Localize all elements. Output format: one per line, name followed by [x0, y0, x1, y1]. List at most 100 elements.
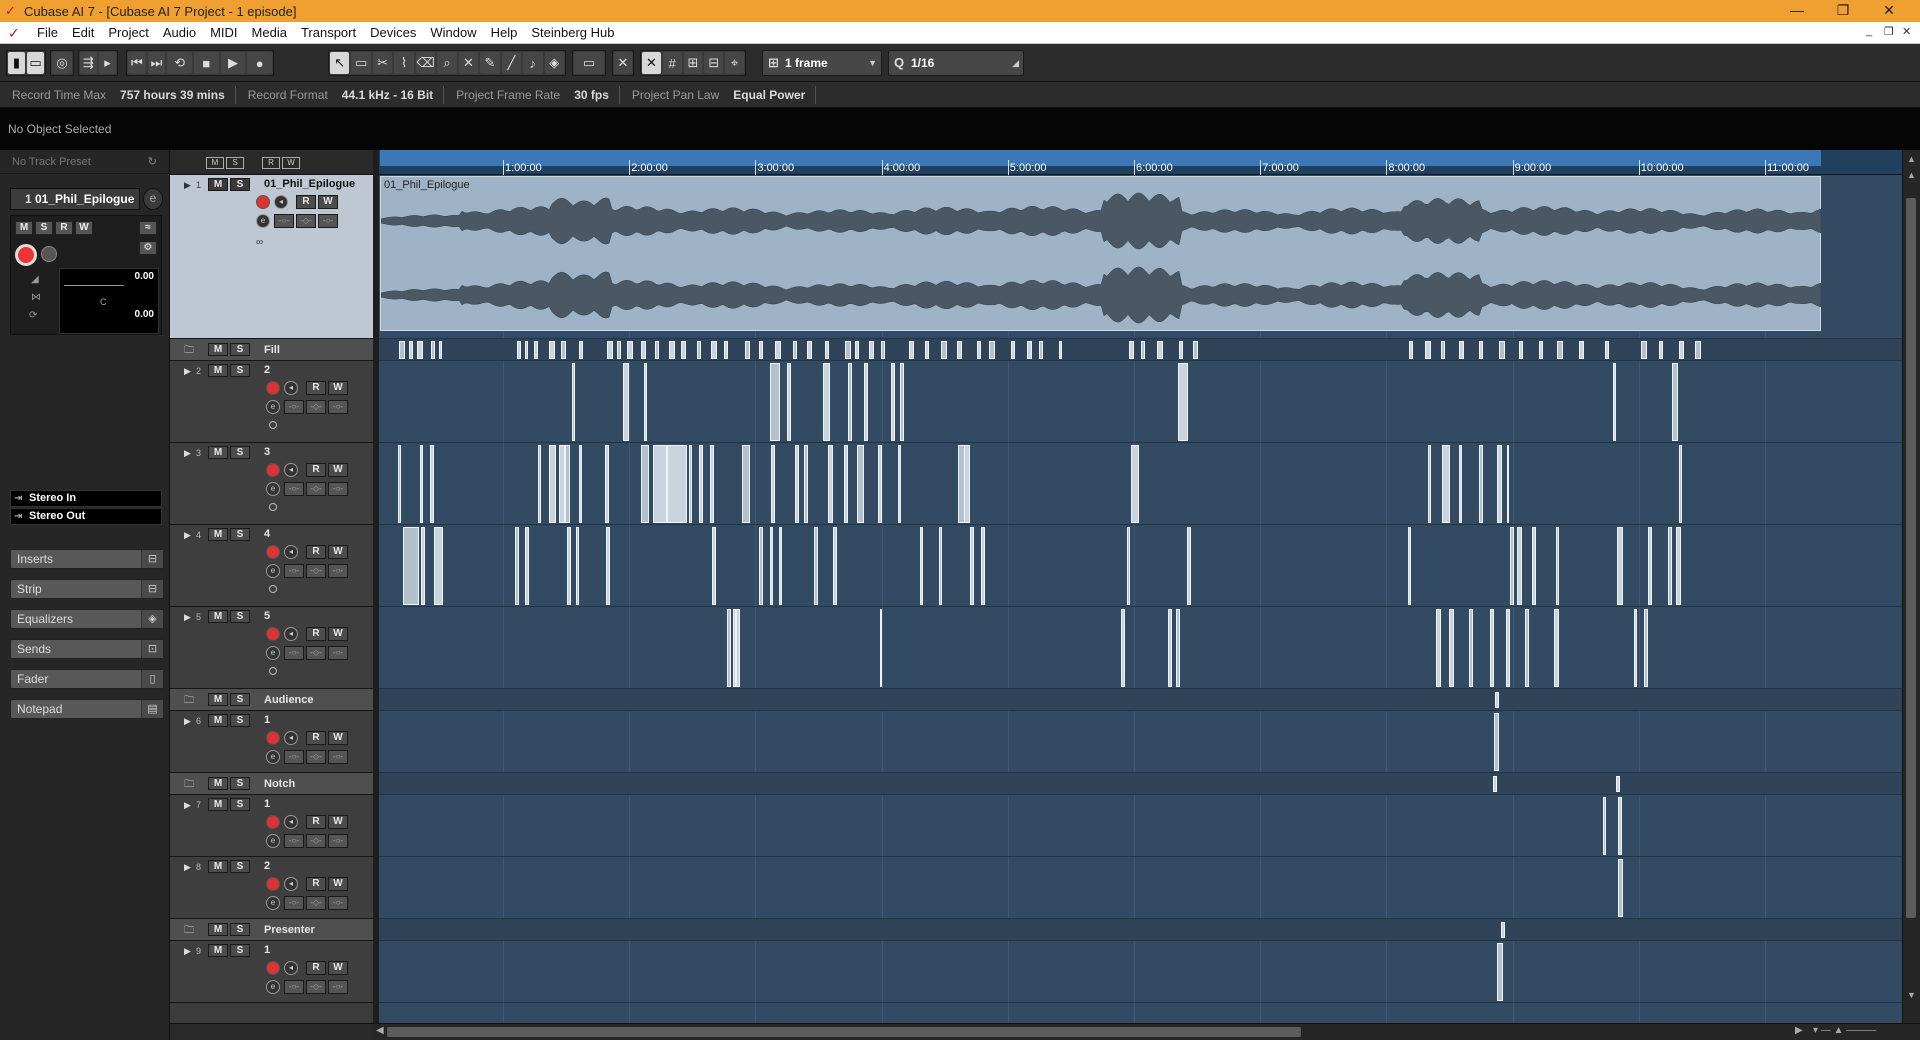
audio-event[interactable] — [807, 341, 812, 359]
solo-button[interactable]: S — [230, 610, 250, 623]
audio-event[interactable] — [667, 445, 687, 523]
audio-event[interactable] — [977, 341, 981, 359]
constrain-delay-button[interactable]: ◎ — [52, 52, 72, 74]
audio-event[interactable] — [1179, 341, 1183, 359]
audio-event[interactable] — [1668, 527, 1672, 605]
read-automation-button[interactable]: R — [306, 545, 326, 559]
inspector-solo-button[interactable]: S — [35, 221, 53, 235]
audio-event[interactable] — [1490, 609, 1494, 687]
output-routing[interactable]: Stereo Out — [10, 508, 162, 525]
lane-icon[interactable]: -○- — [284, 400, 304, 414]
mute-tool-icon[interactable]: ✕ — [458, 52, 479, 74]
expand-icon[interactable]: ▶ — [184, 530, 191, 541]
lane-icon[interactable]: -○- — [284, 646, 304, 660]
audio-event[interactable] — [421, 527, 425, 605]
audio-event[interactable] — [1168, 609, 1172, 687]
frame-rate-label[interactable]: Project Frame Rate — [456, 88, 560, 102]
split-tool-icon[interactable]: ✂ — [372, 52, 393, 74]
link-icon[interactable]: ∞ — [256, 237, 263, 248]
audio-event[interactable] — [742, 445, 750, 523]
locator-range[interactable] — [380, 150, 1821, 166]
audio-event[interactable] — [981, 527, 985, 605]
record-enable-icon[interactable] — [266, 381, 280, 395]
freeze-icon[interactable]: -○- — [318, 214, 338, 228]
audio-event[interactable] — [607, 341, 613, 359]
freeze-icon[interactable]: -○- — [328, 646, 348, 660]
audio-event[interactable] — [1556, 527, 1559, 605]
lane-icon[interactable]: -○- — [284, 482, 304, 496]
scroll-down-icon[interactable]: ▼ — [1907, 990, 1916, 1000]
autoscroll-icon[interactable]: ✕ — [614, 52, 632, 74]
read-automation-button[interactable]: R — [306, 877, 326, 891]
inspector-section-sends[interactable]: Sends ⊡ — [10, 639, 164, 659]
inspector-monitor-icon[interactable] — [41, 246, 57, 262]
audio-event[interactable] — [434, 527, 443, 605]
mute-button[interactable]: M — [208, 364, 228, 377]
freeze-icon[interactable]: -○- — [328, 896, 348, 910]
edit-channel-icon[interactable]: e — [266, 564, 280, 578]
freeze-icon[interactable]: -○- — [328, 564, 348, 578]
edit-channel-icon[interactable]: e — [266, 482, 280, 496]
freeze-icon[interactable]: -○- — [328, 834, 348, 848]
expand-icon[interactable]: ▶ — [184, 180, 191, 191]
audio-event[interactable] — [759, 527, 763, 605]
inspector-bypass-icon[interactable]: ≈ — [139, 221, 157, 235]
edit-channel-icon[interactable]: e — [266, 750, 280, 764]
monitor-icon[interactable]: ◂ — [284, 545, 298, 559]
audio-event[interactable] — [828, 445, 833, 523]
quantize-value-select[interactable]: Q 1/16 ◢ — [888, 50, 1024, 76]
audio-event[interactable] — [848, 363, 852, 441]
play-icon[interactable]: ▶ — [220, 52, 246, 74]
monitor-icon[interactable]: ◂ — [274, 195, 288, 209]
audio-track[interactable]: ▶ 2 M S 2 ◂ R We -○- -◇- -○- — [170, 361, 373, 443]
read-automation-button[interactable]: R — [306, 961, 326, 975]
edit-channel-icon[interactable]: e — [256, 214, 270, 228]
audio-event[interactable] — [579, 445, 582, 523]
audio-event[interactable] — [576, 527, 579, 605]
mdi-close-button[interactable]: ✕ — [1902, 25, 1911, 38]
audio-event[interactable] — [1459, 341, 1464, 359]
freeze-icon[interactable]: -○- — [328, 980, 348, 994]
audio-event[interactable] — [398, 445, 401, 523]
audio-event[interactable] — [1129, 341, 1134, 359]
audio-event[interactable] — [579, 341, 583, 359]
solo-button[interactable]: S — [230, 860, 250, 873]
timebase-icon[interactable]: -◇- — [306, 400, 326, 414]
menu-media[interactable]: Media — [245, 25, 294, 40]
audio-event[interactable] — [898, 445, 901, 523]
audio-event[interactable] — [711, 341, 717, 359]
track-lane[interactable] — [379, 795, 1902, 857]
track-name[interactable]: 1 — [264, 714, 270, 726]
audio-event[interactable] — [655, 341, 659, 359]
audio-event[interactable] — [1187, 527, 1191, 605]
track-name[interactable]: Fill — [264, 344, 280, 356]
line-tool-icon[interactable]: ╱ — [501, 52, 522, 74]
inspector-mute-button[interactable]: M — [15, 221, 33, 235]
track-name[interactable]: 01_Phil_Epilogue — [264, 178, 355, 190]
read-automation-button[interactable]: R — [306, 463, 326, 477]
edit-channel-icon[interactable]: e — [266, 646, 280, 660]
audio-event[interactable] — [1679, 445, 1682, 523]
audio-event[interactable] — [430, 445, 434, 523]
close-button[interactable]: ✕ — [1866, 0, 1912, 22]
audio-event[interactable] — [1579, 341, 1584, 359]
monitor-icon[interactable]: ◂ — [284, 731, 298, 745]
mute-button[interactable]: M — [208, 343, 228, 356]
audio-event[interactable] — [1441, 341, 1445, 359]
audio-event[interactable] — [1510, 527, 1514, 605]
audio-event[interactable] — [1121, 609, 1125, 687]
read-automation-button[interactable]: R — [306, 627, 326, 641]
edit-channel-icon[interactable]: e — [266, 896, 280, 910]
solo-button[interactable]: S — [230, 693, 250, 706]
audio-event[interactable] — [878, 445, 882, 523]
audio-event[interactable] — [1499, 341, 1505, 359]
input-routing[interactable]: Stereo In — [10, 490, 162, 507]
menu-steinberg-hub[interactable]: Steinberg Hub — [524, 25, 621, 40]
record-enable-icon[interactable] — [266, 627, 280, 641]
audio-track[interactable]: ▶ 6 M S 1 ◂ R We -○- -◇- -○- — [170, 711, 373, 773]
track-name[interactable]: 4 — [264, 528, 270, 540]
audio-event[interactable] — [403, 527, 419, 605]
lane-icon[interactable]: -○- — [274, 214, 294, 228]
audio-event[interactable] — [1554, 609, 1559, 687]
reload-icon[interactable]: ↻ — [148, 155, 157, 168]
